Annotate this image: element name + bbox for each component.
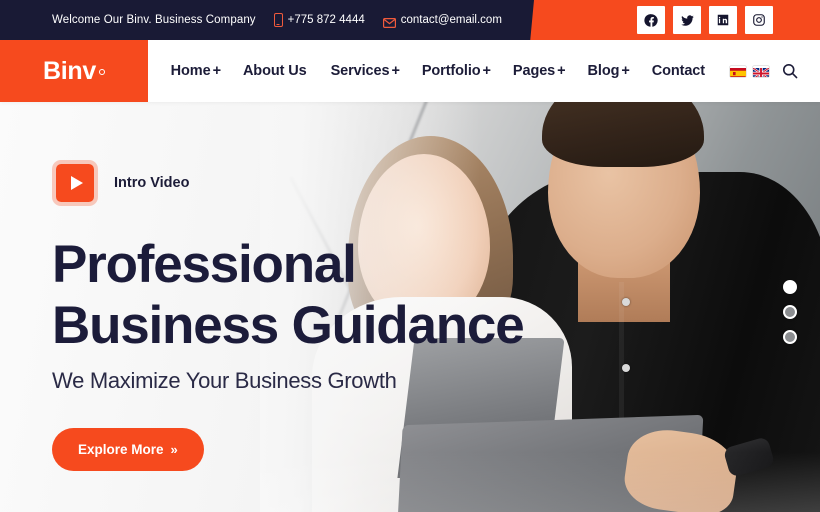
nav-expand-indicator: + [391, 63, 400, 79]
nav-item-about-us[interactable]: About Us [232, 63, 320, 79]
slider-dot-3[interactable] [783, 330, 797, 344]
play-icon[interactable] [52, 160, 98, 206]
slider-dot-1[interactable] [783, 280, 797, 294]
email-contact[interactable]: contact@email.com [382, 14, 502, 29]
main-navigation-bar: Binv Home + About Us Services + Portfolio +… [0, 40, 820, 102]
nav-item-portfolio[interactable]: Portfolio + [411, 63, 502, 79]
phone-icon [273, 13, 283, 27]
nav-item-contact[interactable]: Contact [641, 63, 718, 79]
heading-line-2: Business Guidance [52, 296, 525, 355]
nav-label: Services [330, 63, 390, 79]
linkedin-icon[interactable] [709, 6, 737, 34]
double-chevron-right-icon: » [170, 442, 178, 457]
logo-circle-icon [98, 68, 105, 75]
nav-label: Pages [512, 63, 556, 79]
play-triangle [70, 176, 83, 190]
nav-item-blog[interactable]: Blog + [577, 63, 641, 79]
nav-expand-indicator: + [482, 63, 491, 79]
mail-icon [382, 15, 396, 29]
primary-menu: Home + About Us Services + Portfolio + Page… [160, 63, 718, 79]
nav-right-group: Home + About Us Services + Portfolio + Page… [148, 40, 820, 102]
social-links [637, 0, 820, 40]
nav-label: Blog [587, 63, 620, 79]
facebook-icon[interactable] [637, 6, 665, 34]
site-logo[interactable]: Binv [0, 40, 148, 102]
top-utility-bar: Welcome Our Binv. Business Company +775 … [0, 0, 820, 40]
landing-page: Welcome Our Binv. Business Company +775 … [0, 0, 820, 512]
explore-more-button[interactable]: Explore More » [52, 428, 204, 471]
cta-label: Explore More [78, 442, 164, 457]
email-address: contact@email.com [400, 14, 502, 26]
heading-line-1: Professional [52, 235, 357, 294]
slider-pagination [783, 280, 797, 344]
nav-item-home[interactable]: Home + [160, 63, 232, 79]
intro-video-row[interactable]: Intro Video [52, 160, 672, 206]
slider-dot-2[interactable] [783, 305, 797, 319]
hero-subheading: We Maximize Your Business Growth [52, 368, 397, 393]
twitter-icon[interactable] [673, 6, 701, 34]
phone-number: +775 872 4444 [287, 14, 365, 26]
nav-expand-indicator: + [557, 63, 566, 79]
photo-man-hair [542, 102, 704, 167]
intro-video-label: Intro Video [114, 175, 190, 191]
nav-item-services[interactable]: Services + [320, 63, 411, 79]
nav-label: Contact [651, 63, 705, 79]
nav-label: Home [170, 63, 211, 79]
topbar-info-panel: Welcome Our Binv. Business Company +775 … [0, 0, 534, 40]
nav-label: About Us [242, 63, 307, 79]
instagram-icon[interactable] [745, 6, 773, 34]
search-icon[interactable] [782, 63, 798, 79]
nav-expand-indicator: + [212, 63, 221, 79]
welcome-message: Welcome Our Binv. Business Company [52, 14, 256, 26]
nav-expand-indicator: + [621, 63, 630, 79]
flag-spain-icon[interactable] [730, 66, 746, 77]
nav-label: Portfolio [421, 63, 481, 79]
page-title: Professional Business Guidance [52, 234, 672, 356]
nav-item-pages[interactable]: Pages + [502, 63, 577, 79]
flag-uk-icon[interactable] [753, 66, 769, 77]
logo-text: Binv [43, 56, 96, 85]
phone-contact[interactable]: +775 872 4444 [273, 13, 365, 27]
hero-slider: Intro Video Professional Business Guidan… [0, 102, 820, 512]
hero-content: Intro Video Professional Business Guidan… [52, 160, 672, 471]
